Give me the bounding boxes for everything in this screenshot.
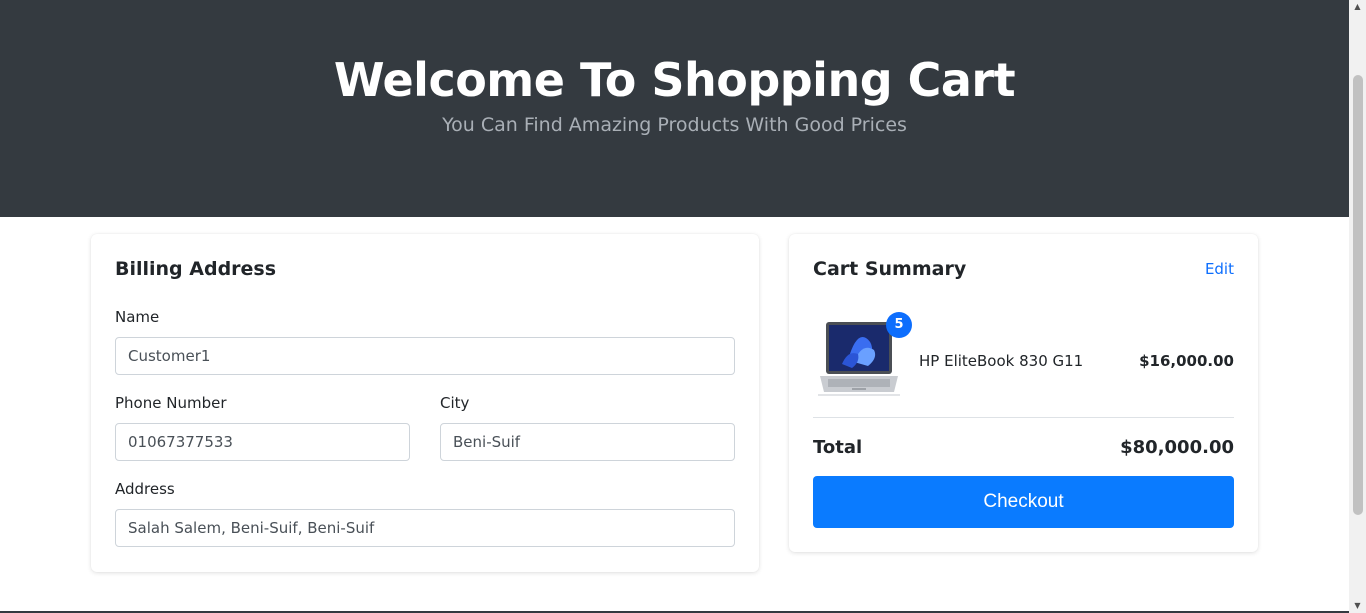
city-label: City	[440, 394, 470, 412]
page: Welcome To Shopping Cart You Can Find Am…	[0, 0, 1349, 613]
city-field[interactable]	[440, 423, 735, 461]
checkout-button[interactable]: Checkout	[813, 476, 1234, 528]
product-name: HP EliteBook 830 G11	[919, 352, 1084, 370]
address-label: Address	[115, 480, 175, 498]
cart-summary-card: Cart Summary Edit 5 HP EliteBook 830 G11…	[789, 234, 1258, 552]
name-field[interactable]	[115, 337, 735, 375]
page-title: Welcome To Shopping Cart	[333, 53, 1016, 107]
cart-summary-title: Cart Summary	[813, 258, 967, 280]
billing-title: Billing Address	[115, 258, 277, 280]
total-label: Total	[813, 437, 863, 458]
scrollbar-thumb[interactable]	[1353, 75, 1363, 515]
billing-address-card: Billing Address Name Phone Number City A…	[91, 234, 759, 572]
product-price: $16,000.00	[1139, 352, 1234, 370]
vertical-scrollbar[interactable]: ▲ ▼	[1349, 0, 1366, 613]
quantity-badge: 5	[886, 312, 912, 338]
scroll-down-icon[interactable]: ▼	[1349, 599, 1366, 613]
page-subtitle: You Can Find Amazing Products With Good …	[442, 114, 907, 136]
summary-divider	[813, 417, 1234, 418]
address-field[interactable]	[115, 509, 735, 547]
name-label: Name	[115, 308, 160, 326]
phone-field[interactable]	[115, 423, 410, 461]
total-value: $80,000.00	[1120, 437, 1234, 458]
scroll-up-icon[interactable]: ▲	[1349, 0, 1366, 14]
edit-cart-link[interactable]: Edit	[1205, 260, 1234, 278]
phone-label: Phone Number	[115, 394, 227, 412]
hero-banner: Welcome To Shopping Cart You Can Find Am…	[0, 0, 1349, 217]
